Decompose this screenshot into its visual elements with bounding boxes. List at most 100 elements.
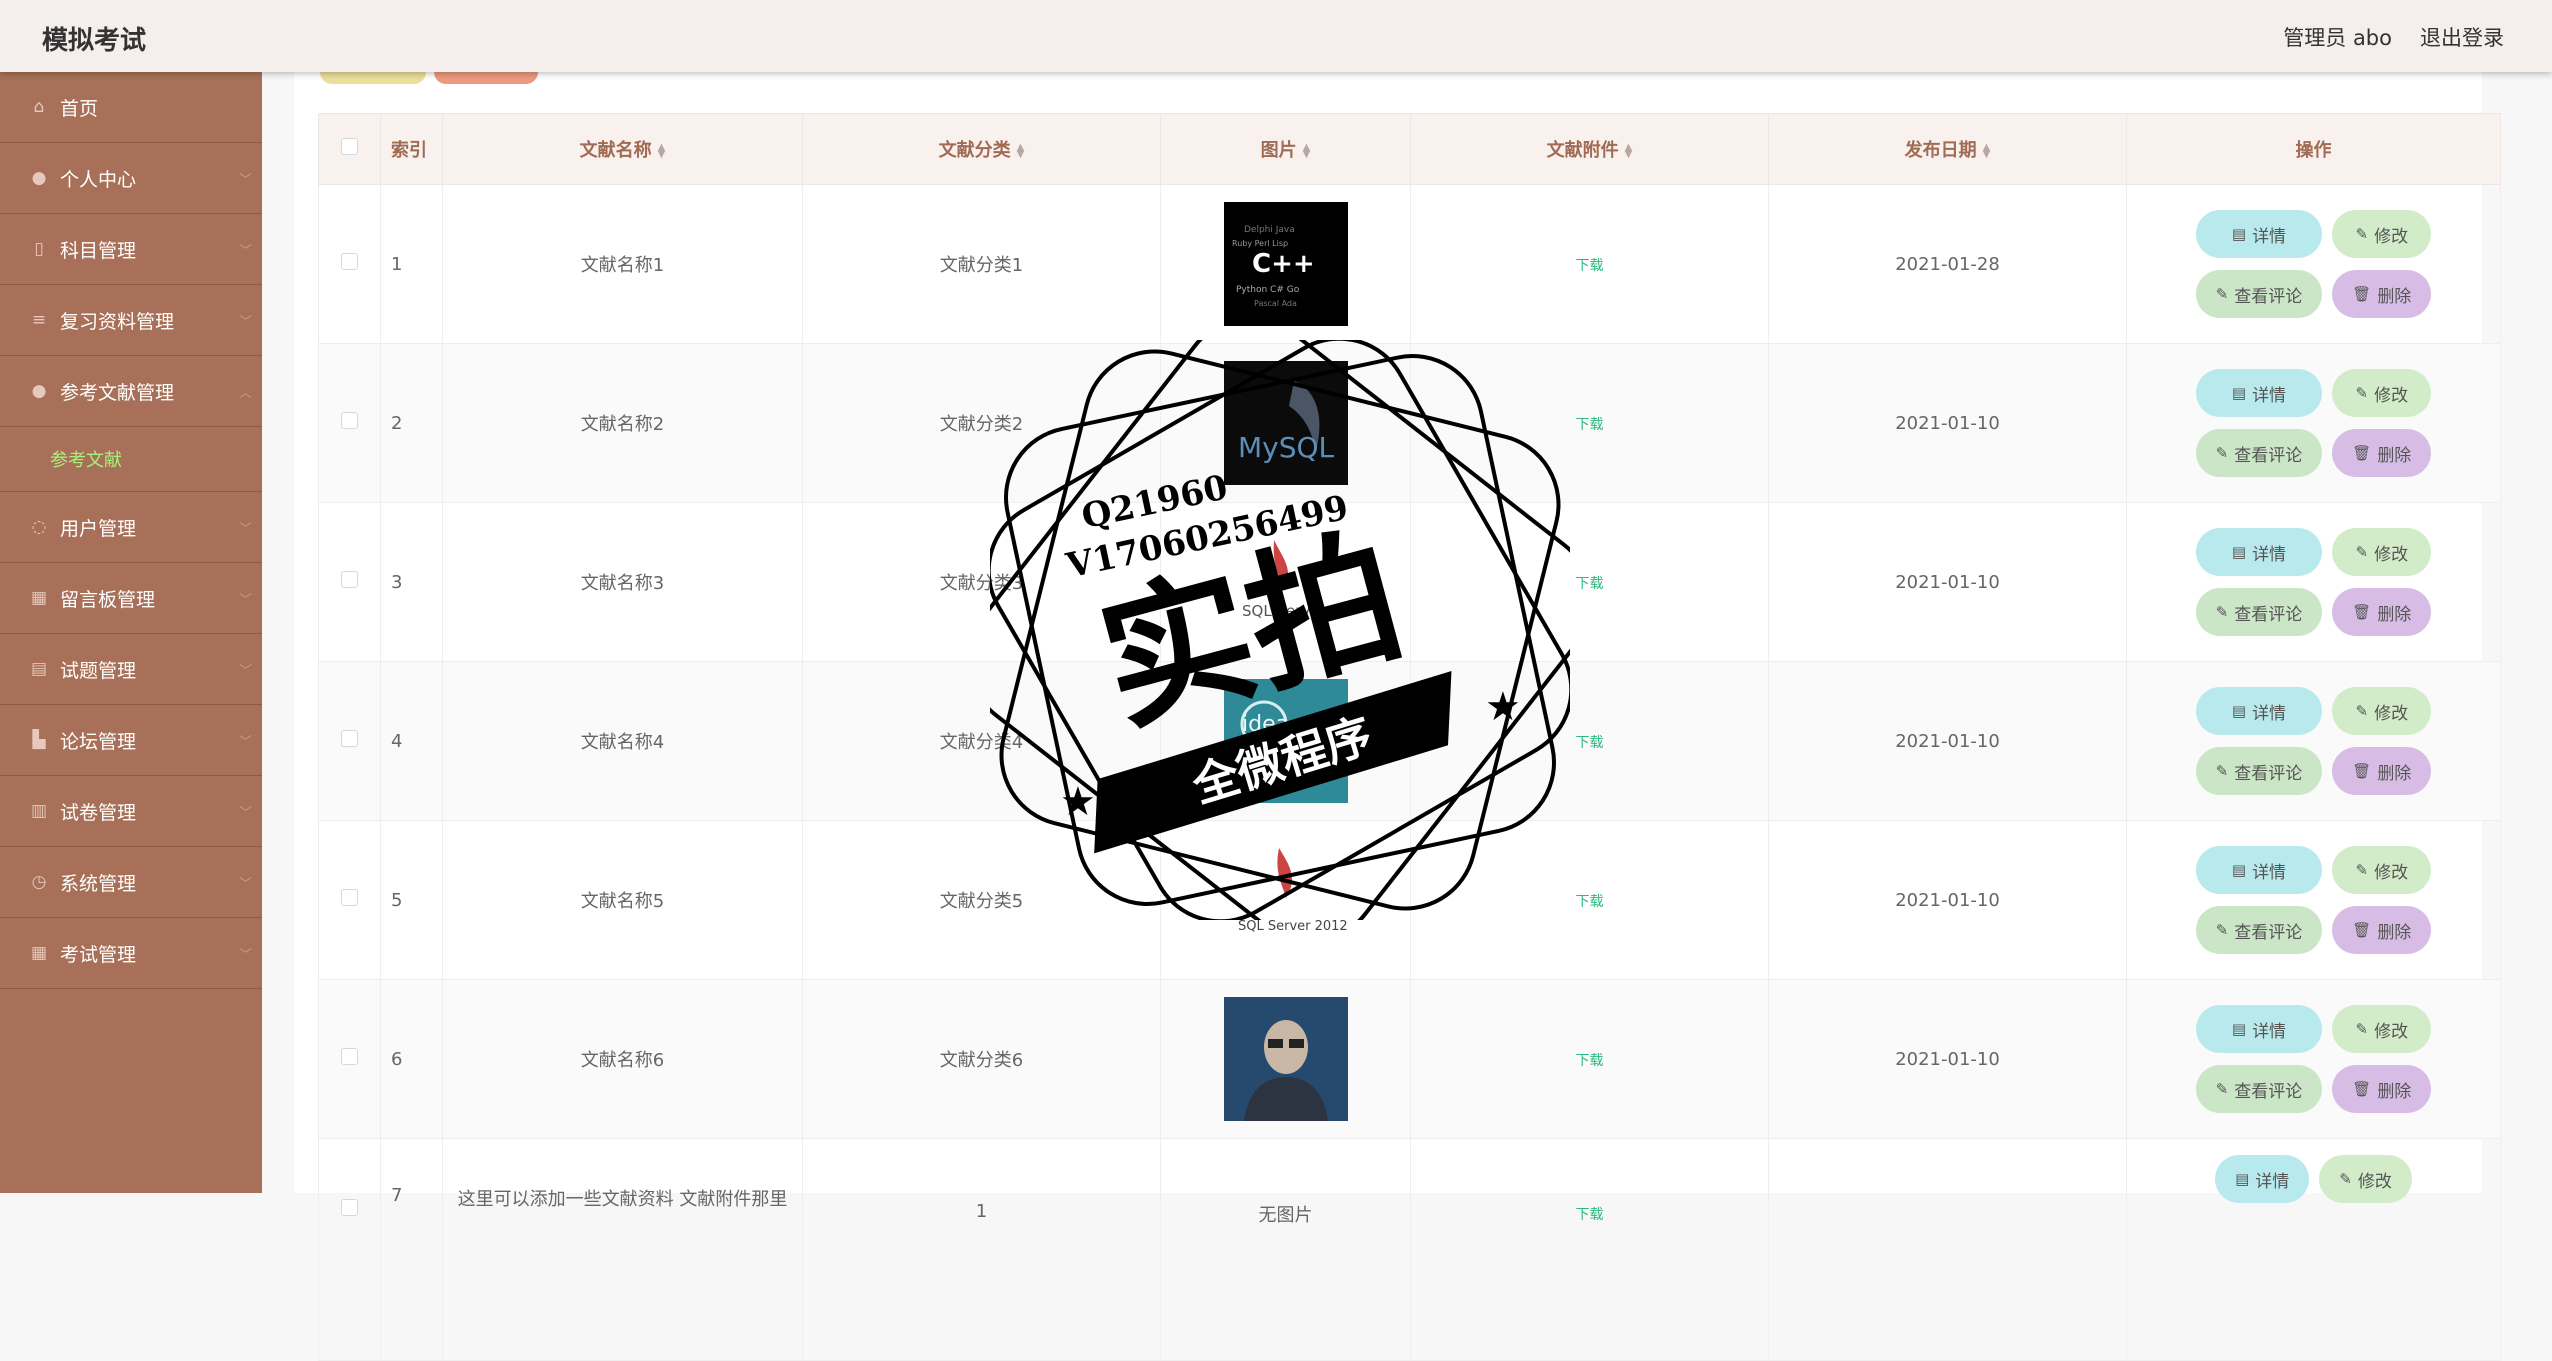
sidebar-item-exams[interactable]: ▦ 考试管理 ﹀	[0, 918, 262, 989]
edit-button[interactable]: ✎ 修改	[2332, 369, 2432, 417]
sidebar-item-subjects[interactable]: ▯ 科目管理 ﹀	[0, 214, 262, 285]
row-attachment[interactable]: 下载	[1410, 1138, 1769, 1361]
row-checkbox[interactable]	[318, 502, 381, 662]
row-checkbox[interactable]	[318, 820, 381, 980]
edit-button[interactable]: ✎ 修改	[2332, 1005, 2432, 1053]
delete-button[interactable]: 🗑 删除	[2332, 429, 2432, 477]
cpp-wordcloud-image: Delphi Java Ruby Perl Lisp C++ Python C#…	[1223, 202, 1348, 326]
sort-icon[interactable]: ▲ ▼	[1303, 143, 1311, 160]
sidebar-item-system[interactable]: ◷ 系统管理 ﹀	[0, 847, 262, 918]
row-checkbox[interactable]	[318, 343, 381, 503]
pencil-icon: ✎	[2215, 603, 2229, 621]
programmer-photo-image	[1223, 997, 1348, 1121]
sidebar-item-home[interactable]: ⌂ 首页	[0, 72, 262, 143]
sort-icon[interactable]: ▲ ▼	[1017, 143, 1025, 160]
row-index: 1	[380, 184, 443, 344]
download-link[interactable]: 下载	[1576, 417, 1604, 433]
row-checkbox[interactable]	[318, 979, 381, 1139]
column-header-date[interactable]: 发布日期 ▲ ▼	[1768, 113, 2127, 185]
sidebar-item-label: 试卷管理	[60, 801, 137, 824]
download-link[interactable]: 下载	[1576, 258, 1604, 274]
pencil-icon: ✎	[2355, 384, 2369, 402]
detail-button[interactable]: ▤ 详情	[2195, 210, 2323, 258]
document-icon: ▤	[2231, 543, 2247, 561]
sidebar-item-message-board[interactable]: ▦ 留言板管理 ﹀	[0, 563, 262, 634]
edit-button[interactable]: ✎ 修改	[2332, 846, 2432, 894]
row-actions: ▤ 详情 ✎ 修改 ✎ 查看评论 🗑 删除	[2126, 661, 2501, 821]
admin-user-label: 管理员 abo	[2283, 26, 2392, 50]
detail-button[interactable]: ▤ 详情	[2195, 369, 2323, 417]
table-header-row: 索引 文献名称 ▲ ▼ 文献分类 ▲ ▼ 图片 ▲ ▼ 文献附件 ▲ ▼ 发布日期 ▲ ▼ 操作	[318, 113, 2501, 185]
download-link[interactable]: 下载	[1576, 1053, 1604, 1069]
row-actions: ▤ 详情 ✎ 修改 ✎ 查看评论 🗑 删除	[2126, 502, 2501, 662]
detail-button[interactable]: ▤ 详情	[2195, 687, 2323, 735]
row-attachment[interactable]: 下载	[1410, 184, 1769, 344]
view-comments-button[interactable]: ✎ 查看评论	[2195, 1065, 2323, 1113]
row-actions: ▤ 详情 ✎ 修改 ✎ 查看评论 🗑 删除	[2126, 979, 2501, 1139]
row-attachment[interactable]: 下载	[1410, 979, 1769, 1139]
chevron-down-icon: ﹀	[238, 664, 252, 679]
document-icon: ▤	[2231, 1020, 2247, 1038]
sidebar-subitem-references[interactable]: 参考文献	[0, 427, 262, 492]
sidebar-item-review-materials[interactable]: ≡ 复习资料管理 ﹀	[0, 285, 262, 356]
row-category: 文献分类1	[802, 184, 1161, 344]
view-comments-button[interactable]: ✎ 查看评论	[2195, 747, 2323, 795]
pencil-icon: ✎	[2215, 1080, 2229, 1098]
sidebar-item-questions[interactable]: ▤ 试题管理 ﹀	[0, 634, 262, 705]
edit-button[interactable]: ✎ 修改	[2332, 687, 2432, 735]
download-link[interactable]: 下载	[1576, 735, 1604, 751]
delete-button[interactable]: 🗑 删除	[2332, 906, 2432, 954]
row-checkbox[interactable]	[318, 184, 381, 344]
pencil-icon: ✎	[2215, 921, 2229, 939]
download-link[interactable]: 下载	[1576, 894, 1604, 910]
delete-button[interactable]: 🗑 删除	[2332, 270, 2432, 318]
detail-button[interactable]: ▤ 详情	[2195, 1005, 2323, 1053]
thumb-icon: ▙	[32, 730, 46, 750]
list-icon: ≡	[31, 310, 47, 330]
sidebar-item-label: 留言板管理	[60, 588, 156, 611]
document-icon: ▤	[2231, 384, 2247, 402]
toolbar-button-partial[interactable]	[434, 72, 538, 84]
pencil-icon: ✎	[2355, 543, 2369, 561]
column-header-category[interactable]: 文献分类 ▲ ▼	[802, 113, 1161, 185]
select-all-checkbox[interactable]	[318, 113, 381, 185]
delete-button[interactable]: 🗑 删除	[2332, 1065, 2432, 1113]
sidebar-item-profile[interactable]: ● 个人中心 ﹀	[0, 143, 262, 214]
sort-icon[interactable]: ▲ ▼	[1625, 143, 1633, 160]
table-row: 1 文献名称1 文献分类1 Delphi Java Ruby Perl Lisp…	[318, 184, 2501, 344]
edit-button[interactable]: ✎ 修改	[2332, 528, 2432, 576]
column-header-attachment[interactable]: 文献附件 ▲ ▼	[1410, 113, 1769, 185]
document-icon: ▤	[2231, 225, 2247, 243]
sort-icon[interactable]: ▲ ▼	[1983, 143, 1991, 160]
logout-link[interactable]: 退出登录	[2420, 22, 2504, 52]
row-name: 文献名称5	[442, 820, 803, 980]
row-date: 2021-01-10	[1768, 820, 2127, 980]
column-header-name[interactable]: 文献名称 ▲ ▼	[442, 113, 803, 185]
detail-button[interactable]: ▤ 详情	[2195, 846, 2323, 894]
row-actions: ▤ 详情 ✎ 修改 ✎ 查看评论 🗑 删除	[2126, 343, 2501, 503]
document-icon: ▤	[30, 659, 48, 679]
edit-button[interactable]: ✎ 修改	[2319, 1155, 2412, 1203]
grid-icon: ▦	[30, 588, 48, 608]
row-image: Delphi Java Ruby Perl Lisp C++ Python C#…	[1160, 184, 1411, 344]
view-comments-button[interactable]: ✎ 查看评论	[2195, 270, 2323, 318]
sidebar-item-references[interactable]: ● 参考文献管理 ︿	[0, 356, 262, 427]
row-checkbox[interactable]	[318, 1138, 381, 1361]
detail-button[interactable]: ▤ 详情	[2215, 1155, 2310, 1203]
download-link[interactable]: 下载	[1576, 1207, 1604, 1223]
delete-button[interactable]: 🗑 删除	[2332, 588, 2432, 636]
toolbar-button-partial[interactable]	[320, 72, 426, 84]
delete-button[interactable]: 🗑 删除	[2332, 747, 2432, 795]
sidebar-item-users[interactable]: ◌ 用户管理 ﹀	[0, 492, 262, 563]
edit-button[interactable]: ✎ 修改	[2332, 210, 2432, 258]
sidebar-item-forum[interactable]: ▙ 论坛管理 ﹀	[0, 705, 262, 776]
download-link[interactable]: 下载	[1576, 576, 1604, 592]
detail-button[interactable]: ▤ 详情	[2195, 528, 2323, 576]
column-header-image[interactable]: 图片 ▲ ▼	[1160, 113, 1411, 185]
row-checkbox[interactable]	[318, 661, 381, 821]
view-comments-button[interactable]: ✎ 查看评论	[2195, 429, 2323, 477]
sort-icon[interactable]: ▲ ▼	[658, 143, 666, 160]
view-comments-button[interactable]: ✎ 查看评论	[2195, 906, 2323, 954]
view-comments-button[interactable]: ✎ 查看评论	[2195, 588, 2323, 636]
sidebar-item-papers[interactable]: ▥ 试卷管理 ﹀	[0, 776, 262, 847]
